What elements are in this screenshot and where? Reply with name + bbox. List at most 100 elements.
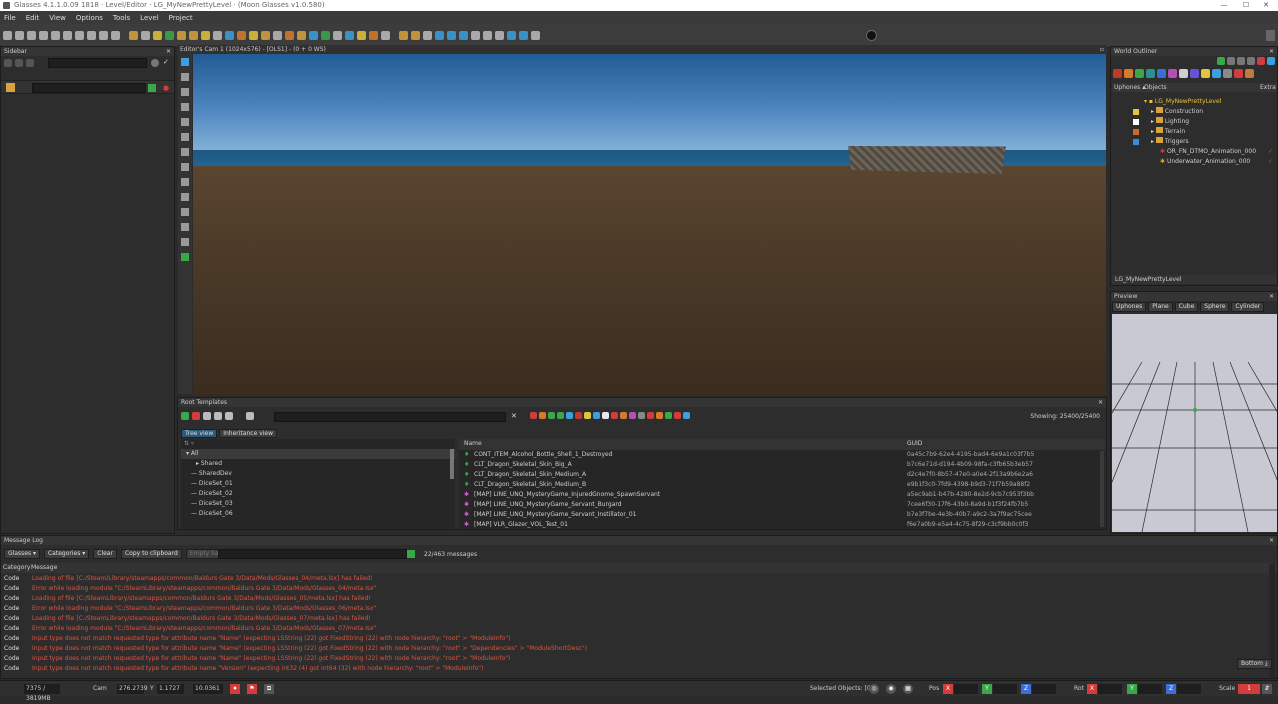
stone-wall-object[interactable]	[848, 146, 1006, 174]
folder-icon[interactable]	[399, 31, 408, 40]
path-tool-icon[interactable]	[181, 163, 189, 171]
bolt-icon[interactable]	[447, 31, 456, 40]
tree-icon[interactable]	[321, 31, 330, 40]
sidebar-path-input[interactable]	[32, 83, 146, 93]
terrain-tool-icon[interactable]	[181, 118, 189, 126]
table-row[interactable]: ♦ CLT_Dragon_Skeletal_Skin_Medium_B e9b1f3…	[459, 480, 1105, 490]
add-icon[interactable]	[1217, 57, 1225, 65]
tab-uphones[interactable]: Uphones ▴	[1114, 83, 1145, 92]
table-row[interactable]: ♦ CONT_ITEM_Alcohol_Bottle_Shell_1_Destro…	[459, 450, 1105, 460]
tree-folder[interactable]: ▸ Lighting	[1111, 117, 1277, 127]
viewport-options-icon[interactable]: ▫	[1100, 45, 1104, 54]
select-tool-icon[interactable]	[181, 58, 189, 66]
box-icon[interactable]	[411, 31, 420, 40]
scale-tool-icon[interactable]	[181, 103, 189, 111]
log-line[interactable]: Code Loading of file [C:/Steam/Library/st…	[1, 574, 1267, 584]
3d-viewport[interactable]	[193, 54, 1106, 395]
surface-type-icon[interactable]	[647, 412, 654, 419]
cube-icon[interactable]	[297, 31, 306, 40]
chart-icon[interactable]	[381, 31, 390, 40]
add-template-icon[interactable]	[181, 412, 189, 420]
cam-z-field[interactable]: 10.0361	[193, 684, 223, 694]
camera-tool-icon[interactable]	[181, 208, 189, 216]
tree-scrollbar[interactable]	[450, 449, 454, 479]
menu-edit[interactable]: Edit	[26, 14, 40, 22]
preview-viewport[interactable]	[1112, 314, 1277, 532]
glasses-filter-dropdown[interactable]: Glasses ▾	[4, 549, 40, 559]
snapshot-icon[interactable]: ⧉	[264, 684, 274, 694]
material-type-icon[interactable]	[683, 412, 690, 419]
tree-node[interactable]: — DiceSet_01	[181, 479, 455, 489]
save-icon[interactable]	[203, 412, 211, 420]
tree-node[interactable]: — SharedDev	[181, 469, 455, 479]
tree-node[interactable]: — DiceSet_06	[181, 509, 455, 519]
snap-icon[interactable]: ◉	[886, 684, 896, 694]
record-icon[interactable]: ⏺	[230, 684, 240, 694]
checkmark-icon[interactable]: ✓	[1268, 157, 1273, 167]
column-message[interactable]: Message	[31, 563, 57, 573]
menu-project[interactable]: Project	[169, 14, 193, 22]
rotate-icon[interactable]	[177, 31, 186, 40]
menu-view[interactable]: View	[49, 14, 66, 22]
flag-icon[interactable]	[369, 31, 378, 40]
tree-item[interactable]: ✱ Underwater_Animation_000 ✓	[1111, 157, 1277, 167]
tree-node[interactable]: ▸ Shared	[181, 459, 455, 469]
prefab-filter-icon[interactable]	[1245, 69, 1254, 78]
water-icon[interactable]	[225, 31, 234, 40]
menu-tools[interactable]: Tools	[113, 14, 130, 22]
save-all-icon[interactable]	[39, 31, 48, 40]
tree-folder[interactable]: ▸ Terrain	[1111, 127, 1277, 137]
log-search-input[interactable]	[218, 549, 407, 559]
log-line[interactable]: Code Input type does not match requested …	[1, 644, 1267, 654]
log-line[interactable]: Code Error while loading module "C:/Steam…	[1, 604, 1267, 614]
fx-filter-icon[interactable]	[1190, 69, 1199, 78]
sound-filter-icon[interactable]	[1201, 69, 1210, 78]
star-icon[interactable]	[357, 31, 366, 40]
maximize-button[interactable]: ☐	[1236, 0, 1256, 11]
list-icon[interactable]	[1247, 57, 1255, 65]
select-icon[interactable]	[99, 31, 108, 40]
locate-icon[interactable]	[246, 412, 254, 420]
item-type-icon[interactable]	[539, 412, 546, 419]
template-search-input[interactable]	[274, 412, 506, 422]
tab-plane[interactable]: Plane	[1148, 302, 1173, 312]
clear-search-icon[interactable]: ✕	[511, 412, 517, 420]
item-filter-icon[interactable]	[1124, 69, 1133, 78]
log-line[interactable]: Code Error while loading module "C:/Steam…	[1, 624, 1267, 634]
tree-root[interactable]: ▾ ▪ LG_MyNewPrettyLevel	[1111, 97, 1277, 107]
table-row[interactable]: ✱ [MAP] VLR_Glazer_VOL_Test_01 f6e7a0b9-e5…	[459, 520, 1105, 529]
column-category[interactable]: Category	[3, 563, 30, 573]
camera-filter-icon[interactable]	[1179, 69, 1188, 78]
tree-item[interactable]: ✱ OR_FN_DTMO_Animation_000 ✓	[1111, 147, 1277, 157]
log-line[interactable]: Code Input type does not match requested …	[1, 634, 1267, 644]
pivot-icon[interactable]: ◎	[869, 684, 879, 694]
delete-icon[interactable]	[1257, 57, 1265, 65]
folder-icon[interactable]	[6, 83, 15, 92]
pin-icon[interactable]	[435, 31, 444, 40]
pencil-icon[interactable]	[148, 84, 156, 92]
wind-icon[interactable]	[507, 31, 516, 40]
bottom-button[interactable]: Bottom ⤓	[1237, 659, 1272, 669]
cam-y-field[interactable]: 1.1727	[157, 684, 184, 694]
level-type-icon[interactable]	[665, 412, 672, 419]
stamp-tool-icon[interactable]	[181, 148, 189, 156]
sidebar-search-input[interactable]	[48, 58, 147, 68]
tab-tree-view[interactable]: Tree view	[181, 429, 218, 438]
light-tool-icon[interactable]	[181, 223, 189, 231]
globe-icon[interactable]	[471, 31, 480, 40]
grid-icon[interactable]: ▦	[903, 684, 913, 694]
combat-type-icon[interactable]	[656, 412, 663, 419]
log-line[interactable]: Code Error while loading module "C:/Steam…	[1, 584, 1267, 594]
fx-type-icon[interactable]	[602, 412, 609, 419]
save-icon[interactable]	[27, 31, 36, 40]
table-row[interactable]: ♦ CLT_Dragon_Skeletal_Skin_Big_A b7c6e71d-…	[459, 460, 1105, 470]
menu-level[interactable]: Level	[140, 14, 158, 22]
log-line[interactable]: Code Loading of file [C:/SteamLibrary/ste…	[1, 594, 1267, 604]
camera-icon[interactable]	[213, 31, 222, 40]
log-line[interactable]: Code Input type does not match requested …	[1, 664, 1267, 674]
tree-node-all[interactable]: ▾ All	[181, 449, 455, 459]
move-icon[interactable]	[165, 31, 174, 40]
water-type-icon[interactable]	[593, 412, 600, 419]
drop-icon[interactable]	[459, 31, 468, 40]
eye-tool-icon[interactable]	[181, 193, 189, 201]
